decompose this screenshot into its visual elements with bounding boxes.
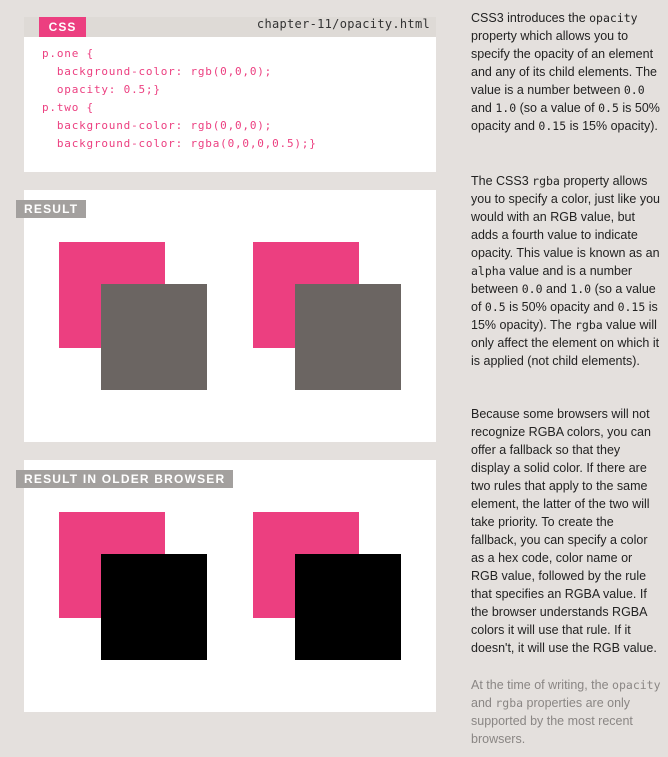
paragraph-rgba: The CSS3 rgba property allows you to spe…	[471, 172, 661, 370]
text: CSS3 introduces the	[471, 11, 590, 25]
code-line: p.two {	[42, 101, 94, 114]
text: and	[542, 282, 571, 296]
css-tag: CSS	[39, 17, 86, 37]
code-term: 1.0	[570, 282, 592, 296]
paragraph-support-note: At the time of writing, the opacity and …	[471, 676, 661, 748]
code-header: CSS chapter-11/opacity.html	[24, 17, 436, 37]
code-line: background-color: rgb(0,0,0);	[42, 119, 273, 132]
text: (so a value of	[516, 101, 599, 115]
text: The CSS3	[471, 174, 533, 188]
code-term: opacity	[589, 11, 638, 25]
text: At the time of writing, the	[471, 678, 613, 692]
code-term: rgba	[575, 318, 603, 332]
paragraph-fallback: Because some browsers will not recognize…	[471, 405, 661, 657]
text: and	[471, 696, 496, 710]
code-term: 0.0	[521, 282, 543, 296]
code-term: 0.15	[538, 119, 567, 133]
code-term: 1.0	[495, 101, 517, 115]
text: and	[471, 101, 496, 115]
code-term: 0.0	[623, 83, 645, 97]
code-term: rgba	[495, 696, 524, 710]
fallback-text: Because some browsers will not recognize…	[471, 407, 657, 655]
code-panel: CSS chapter-11/opacity.html p.one { back…	[24, 17, 436, 172]
older-result-label: RESULT IN OLDER BROWSER	[16, 470, 234, 488]
text: is 15% opacity).	[566, 119, 658, 133]
black-square-rgba-older	[295, 554, 401, 660]
code-filename: chapter-11/opacity.html	[256, 17, 430, 31]
black-square-opacity-older	[101, 554, 207, 660]
code-line: background-color: rgba(0,0,0,0.5);}	[42, 137, 317, 150]
code-line: opacity: 0.5;}	[42, 83, 161, 96]
code-term: rgba	[532, 174, 560, 188]
text: is 50% opacity and	[505, 300, 618, 314]
code-block: p.one { background-color: rgb(0,0,0); op…	[42, 45, 317, 153]
code-term: 0.5	[598, 101, 619, 115]
code-term: opacity	[612, 678, 661, 692]
translucent-square-rgba	[295, 284, 401, 390]
code-term: 0.5	[484, 300, 506, 314]
translucent-square-opacity	[101, 284, 207, 390]
code-line: p.one {	[42, 47, 94, 60]
code-term: 0.15	[617, 300, 646, 314]
result-label: RESULT	[16, 200, 87, 218]
code-term: alpha	[471, 264, 506, 278]
paragraph-opacity: CSS3 introduces the opacity property whi…	[471, 9, 661, 135]
code-line: background-color: rgb(0,0,0);	[42, 65, 273, 78]
